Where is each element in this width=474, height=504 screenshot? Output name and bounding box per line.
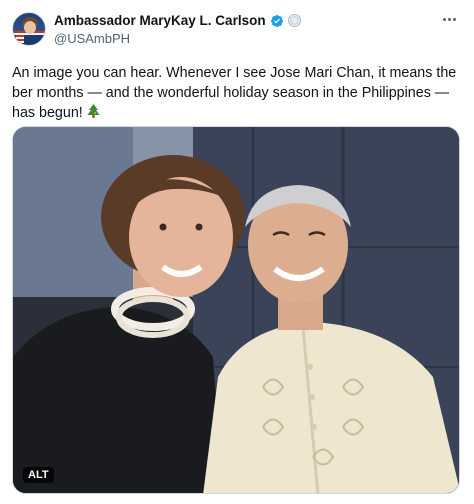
more-dot-icon [452,17,456,21]
author-name-row: Ambassador MaryKay L. Carlson [54,13,301,28]
tweet-card: Ambassador MaryKay L. Carlson @USAmbPH A… [0,0,474,504]
tweet-text: An image you can hear. Whenever I see Jo… [12,63,464,123]
verified-badge-icon [270,14,284,28]
christmas-tree-icon [87,104,100,119]
government-seal-icon[interactable] [287,14,301,27]
avatar[interactable] [12,12,46,46]
photo-illustration [13,127,459,493]
avatar-flag [16,31,24,43]
tweet-text-content: An image you can hear. Whenever I see Jo… [12,65,457,121]
alt-text-button[interactable]: ALT [23,467,54,483]
more-options-button[interactable] [438,10,460,28]
more-dot-icon [442,17,446,21]
tweet-photo[interactable]: ALT [12,126,460,494]
author-handle[interactable]: @USAmbPH [54,31,130,46]
avatar-face [24,21,36,34]
author-display-name[interactable]: Ambassador MaryKay L. Carlson [54,13,266,28]
more-dot-icon [447,17,451,21]
